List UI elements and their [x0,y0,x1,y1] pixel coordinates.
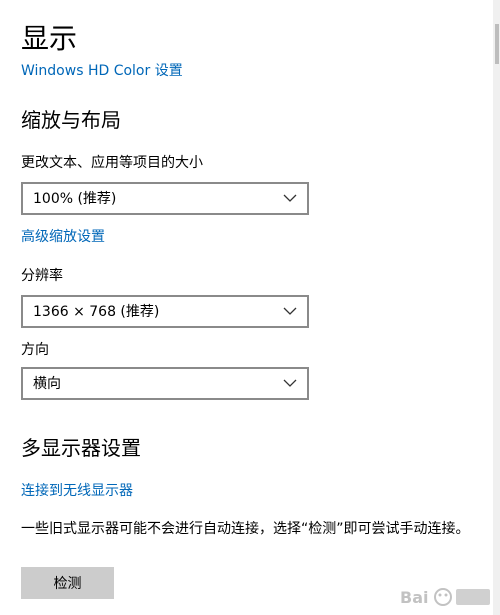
chevron-down-icon [283,379,297,387]
detect-button[interactable]: 检测 [21,567,114,599]
connect-wireless-display-link[interactable]: 连接到无线显示器 [21,481,133,501]
svg-text:Bai: Bai [400,588,428,607]
page-title: 显示 [21,22,78,55]
text-size-label: 更改文本、应用等项目的大小 [21,155,203,171]
advanced-scaling-link[interactable]: 高级缩放设置 [21,227,105,247]
orientation-label: 方向 [21,342,49,358]
scale-dropdown-value: 100% (推荐) [33,191,117,207]
chevron-down-icon [283,194,297,202]
multi-display-description: 一些旧式显示器可能不会进行自动连接，选择“检测”即可尝试手动连接。 [21,521,470,537]
scrollbar-thumb[interactable] [495,24,499,64]
chevron-down-icon [283,307,297,315]
multi-display-heading: 多显示器设置 [21,436,141,460]
watermark-logo: Bai [400,588,490,607]
resolution-label: 分辨率 [21,268,63,284]
resolution-dropdown-value: 1366 × 768 (推荐) [33,304,160,320]
scale-dropdown[interactable]: 100% (推荐) [21,182,309,215]
scale-layout-heading: 缩放与布局 [21,108,121,132]
resolution-dropdown[interactable]: 1366 × 768 (推荐) [21,295,309,328]
hd-color-settings-link[interactable]: Windows HD Color 设置 [21,61,183,81]
orientation-dropdown[interactable]: 横向 [21,367,309,400]
orientation-dropdown-value: 横向 [33,376,61,392]
scrollbar[interactable] [493,0,500,615]
